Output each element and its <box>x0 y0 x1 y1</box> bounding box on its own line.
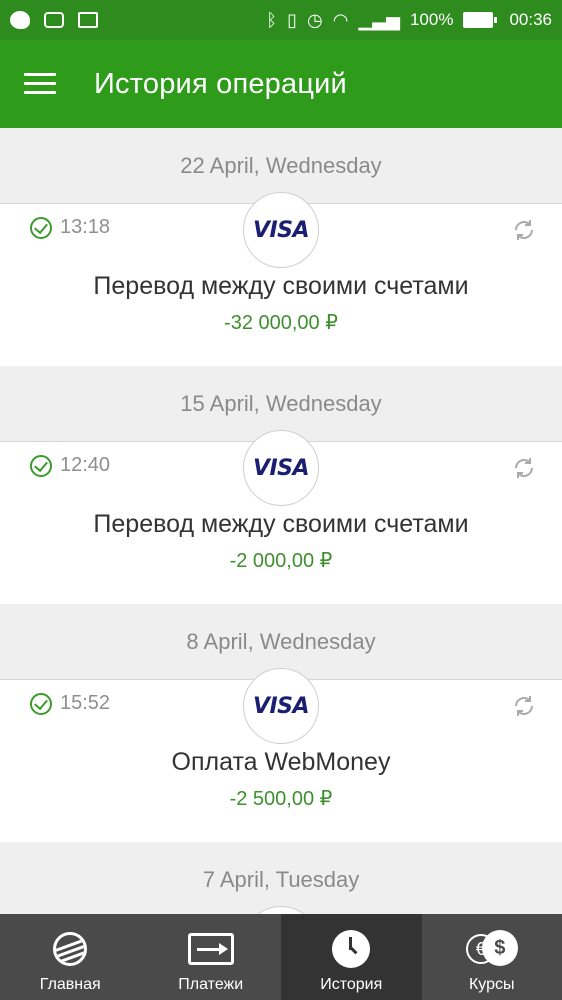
vibrate-icon: ▯ <box>287 10 297 30</box>
operation-amount: -32 000,00 ₽ <box>224 312 338 334</box>
nav-item-label: Курсы <box>468 976 515 993</box>
nav-item-label: Главная <box>39 976 101 993</box>
operation-time: 12:40 <box>60 454 111 476</box>
currency-rates-icon: € $ <box>465 930 518 968</box>
image-icon <box>78 12 98 28</box>
alarm-icon: ◷ <box>307 10 323 30</box>
bluetooth-icon: ᛒ <box>266 10 278 30</box>
operation-card[interactable]: 15:52 VISA Оплата WebMoney -2 500,00 ₽ <box>0 668 562 842</box>
nav-item-label: История <box>320 976 383 993</box>
status-bar: ᛒ ▯ ◷ ◠ ▁▃▅ 100% 00:36 <box>0 0 562 40</box>
nav-item-history[interactable]: История <box>281 914 422 1000</box>
visa-logo-icon: VISA <box>252 217 310 243</box>
visa-logo-icon: VISA <box>252 693 310 719</box>
card-brand-badge: VISA <box>243 668 319 744</box>
message-icon <box>44 12 64 28</box>
operation-amount: -2 500,00 ₽ <box>229 788 333 810</box>
check-circle-icon <box>30 216 52 239</box>
repeat-icon[interactable] <box>512 218 536 242</box>
operation-time-row: 13:18 <box>30 216 110 239</box>
wifi-icon: ◠ <box>332 10 349 30</box>
check-circle-icon <box>30 692 52 715</box>
clock-icon <box>332 930 371 968</box>
nav-item-label: Платежи <box>178 976 244 993</box>
signal-icon: ▁▃▅ <box>358 10 400 30</box>
battery-icon <box>463 12 498 28</box>
operation-card[interactable]: 12:40 VISA Перевод между своими счетами … <box>0 430 562 604</box>
operation-time: 13:18 <box>60 216 111 238</box>
repeat-icon[interactable] <box>512 694 536 718</box>
clock-time: 00:36 <box>509 10 552 29</box>
menu-button[interactable] <box>0 40 80 128</box>
operation-amount: -2 000,00 ₽ <box>229 550 333 572</box>
date-separator: 7 April, Tuesday <box>0 842 562 914</box>
repeat-icon[interactable] <box>512 456 536 480</box>
check-circle-icon <box>30 454 52 477</box>
visa-logo-icon: VISA <box>252 455 310 481</box>
nav-item-payments[interactable]: Платежи <box>141 914 282 1000</box>
operation-time-row: 15:52 <box>30 692 110 715</box>
operation-time-row: 12:40 <box>30 454 110 477</box>
operation-title: Оплата WebMoney <box>171 748 391 776</box>
page-title: История операций <box>94 67 347 100</box>
card-brand-badge: VISA <box>243 430 319 506</box>
payments-icon <box>187 933 234 965</box>
operation-title: Перевод между своими счетами <box>93 272 469 300</box>
hamburger-menu-icon <box>24 73 56 95</box>
card-brand-badge: VISA <box>243 192 319 268</box>
operations-list[interactable]: 22 April, Wednesday 13:18 VISA Перевод м… <box>0 128 562 914</box>
operation-time: 15:52 <box>60 692 111 714</box>
bottom-navigation: Главная Платежи История € $ Курсы <box>0 914 562 1000</box>
sberbank-logo-icon <box>53 932 88 966</box>
operation-card[interactable]: 13:18 VISA Перевод между своими счетами … <box>0 192 562 366</box>
nav-item-home[interactable]: Главная <box>0 914 141 1000</box>
notification-app-icon <box>10 11 30 29</box>
battery-percent: 100% <box>409 10 454 29</box>
app-header: История операций <box>0 40 562 128</box>
operation-title: Перевод между своими счетами <box>93 510 469 538</box>
nav-item-rates[interactable]: € $ Курсы <box>422 914 562 1000</box>
